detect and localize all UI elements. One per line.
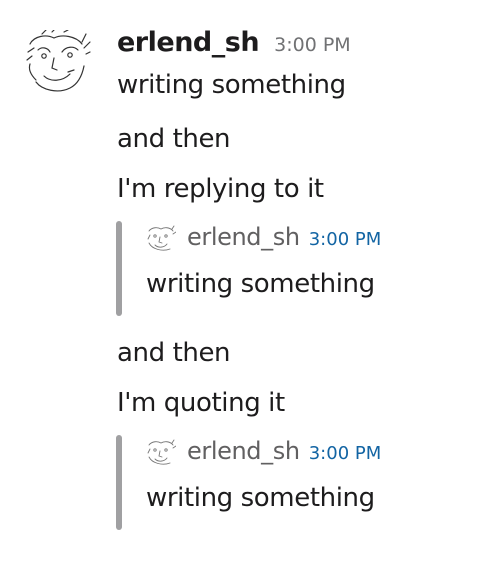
message-text-line: I'm quoting it: [117, 388, 285, 418]
attachment-timestamp-link[interactable]: 3:00 PM: [309, 443, 382, 464]
attachment-timestamp-link[interactable]: 3:00 PM: [309, 229, 382, 250]
attachment-bar: [116, 435, 122, 530]
reply-attachment[interactable]: erlend_sh 3:00 PM writing something: [116, 221, 456, 316]
attachment-avatar-icon: [147, 225, 176, 251]
quote-attachment[interactable]: erlend_sh 3:00 PM writing something: [116, 435, 456, 530]
message-text-line: and then: [117, 338, 231, 368]
attachment-author-name[interactable]: erlend_sh: [187, 223, 300, 251]
author-name[interactable]: erlend_sh: [117, 27, 260, 58]
message-text-line: I'm replying to it: [117, 174, 324, 204]
attachment-author-name[interactable]: erlend_sh: [187, 437, 300, 465]
attachment-avatar-icon: [147, 439, 176, 465]
attachment-header: erlend_sh 3:00 PM: [187, 223, 381, 251]
chat-message: erlend_sh 3:00 PM writing something and …: [0, 0, 484, 570]
message-header: erlend_sh 3:00 PM: [117, 27, 351, 63]
attachment-text: writing something: [146, 269, 375, 299]
message-text-line: and then: [117, 124, 231, 154]
attachment-bar: [116, 221, 122, 316]
message-text-line: writing something: [117, 70, 346, 100]
attachment-header: erlend_sh 3:00 PM: [187, 437, 381, 465]
user-avatar-icon[interactable]: [24, 30, 92, 98]
attachment-text: writing something: [146, 483, 375, 513]
message-timestamp[interactable]: 3:00 PM: [274, 34, 351, 56]
